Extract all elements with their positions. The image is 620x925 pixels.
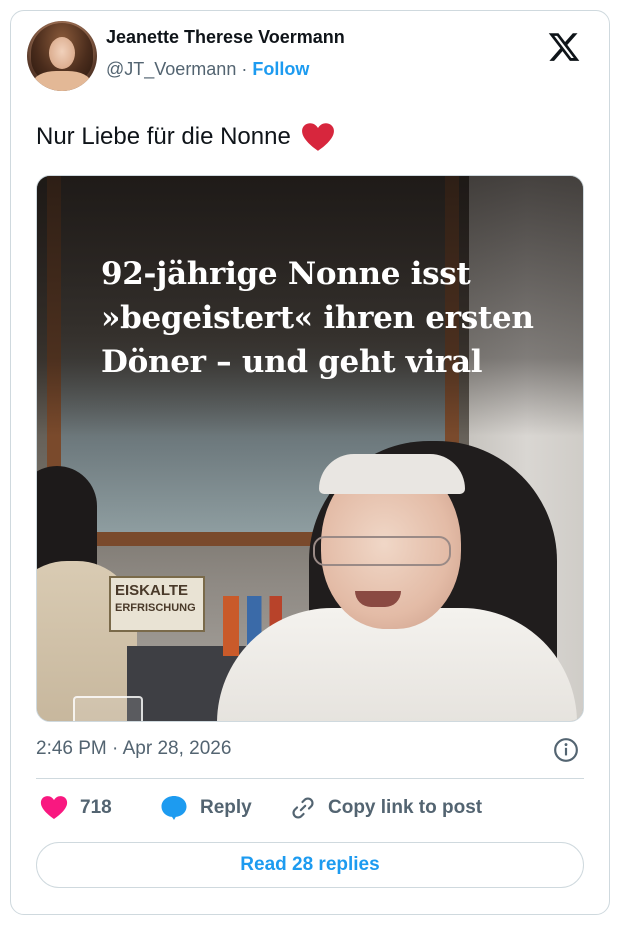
red-heart-emoji-icon <box>301 123 334 151</box>
handle-separator: · <box>241 59 248 79</box>
action-bar: 718 Reply Copy link to post <box>36 795 584 825</box>
sign-line-2: ERFRISCHUNG <box>115 602 196 614</box>
author-display-name[interactable]: Jeanette Therese Voermann <box>106 27 345 48</box>
timestamp-separator: · <box>112 738 119 759</box>
sign: EISKALTE ERFRISCHUNG <box>109 576 205 632</box>
headline-line-1: 92-jährige Nonne isst <box>101 256 471 292</box>
tweet-text: Nur Liebe für die Nonne <box>36 122 335 152</box>
tweet-time: 2:46 PM <box>36 738 107 759</box>
headline-line-3: Döner – und geht viral <box>101 344 483 380</box>
tweet-date: Apr 28, 2026 <box>122 738 232 759</box>
read-replies-button[interactable]: Read 28 replies <box>36 842 584 888</box>
sign-line-1: EISKALTE <box>115 582 189 599</box>
tweet-text-content: Nur Liebe für die Nonne <box>36 123 291 150</box>
tweet-timestamp[interactable]: 2:46 PM · Apr 28, 2026 <box>36 738 231 760</box>
media-headline: 92-jährige Nonne isst »begeistert« ihren… <box>101 252 571 384</box>
reply-bubble-icon <box>161 796 187 820</box>
info-icon[interactable] <box>553 737 579 763</box>
reply-button[interactable]: Reply <box>160 795 252 821</box>
avatar[interactable] <box>27 21 97 91</box>
tweet-media-image[interactable]: EISKALTE ERFRISCHUNG 92-jährige Nonne is… <box>36 175 584 722</box>
author-handle-row: @JT_Voermann · Follow <box>106 59 309 80</box>
headline-line-2: »begeistert« ihren ersten <box>101 300 534 336</box>
like-count: 718 <box>80 796 112 818</box>
reply-label: Reply <box>200 797 252 818</box>
heart-icon <box>40 796 68 819</box>
copy-link-label: Copy link to post <box>328 797 483 818</box>
author-handle[interactable]: @JT_Voermann <box>106 59 236 79</box>
divider <box>36 778 584 779</box>
x-logo-icon[interactable] <box>547 30 581 64</box>
follow-button[interactable]: Follow <box>252 59 309 79</box>
like-button[interactable]: 718 <box>40 795 112 820</box>
copy-link-button[interactable]: Copy link to post <box>290 795 482 821</box>
link-icon <box>292 797 314 819</box>
